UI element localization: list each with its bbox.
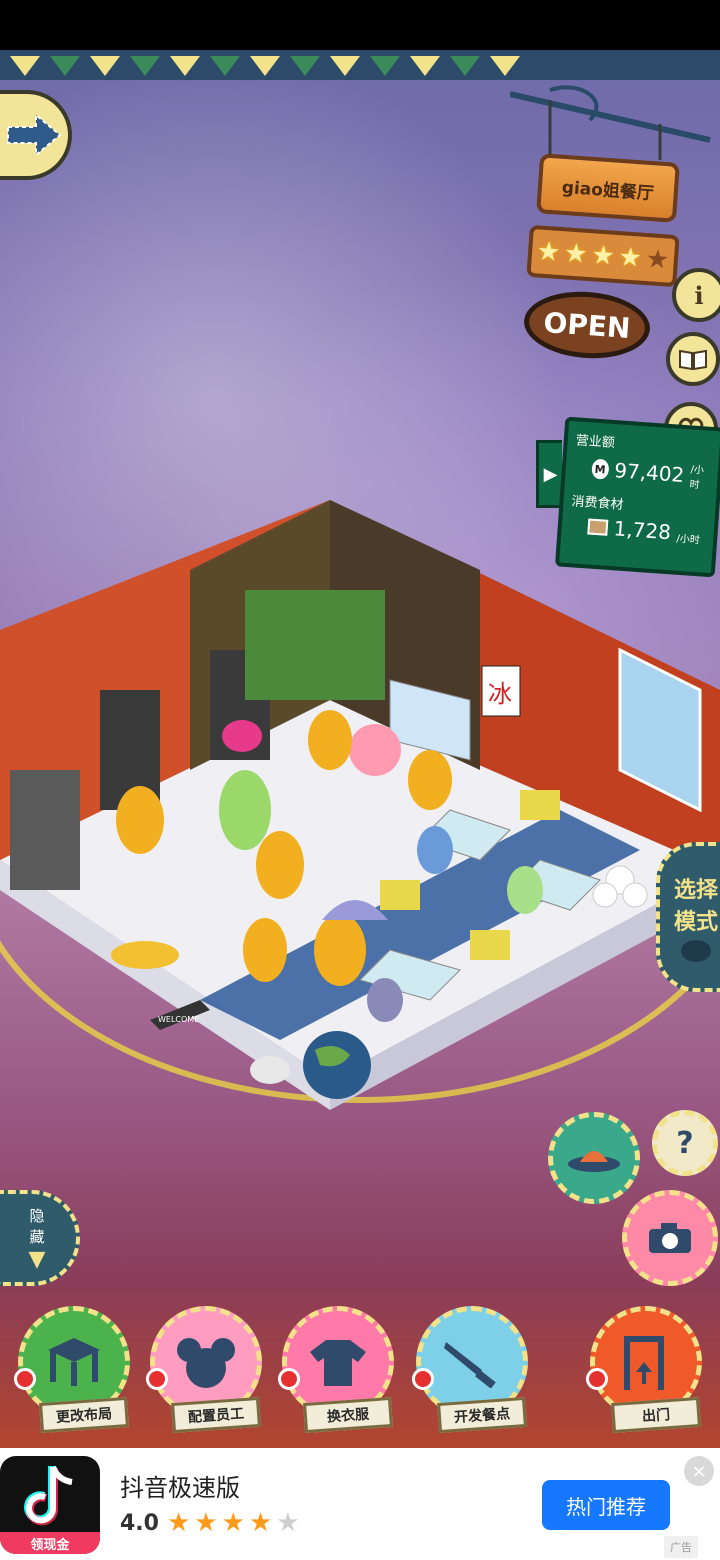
close-icon[interactable]: × [684,1456,714,1486]
menu-develop-dishes[interactable]: 开发餐点 [408,1306,538,1446]
menu-assign-staff[interactable]: 配置员工 [142,1306,272,1446]
restaurant-name: giao姐餐厅 [536,153,680,223]
icon-tag: 领现金 [0,1532,100,1554]
door-icon [624,1336,664,1390]
menu-label: 配置员工 [171,1396,261,1434]
star-icon: ★ [563,238,589,270]
pin-icon [14,1368,36,1390]
star-icon: ★ [166,1508,191,1538]
info-button[interactable]: i [672,268,720,322]
back-arrow-button[interactable] [0,90,72,180]
help-icon: ? [676,1125,694,1161]
coin-icon: M [591,458,610,480]
open-sign: OPEN [521,287,653,363]
ice-sign-text: 冰 [488,680,512,708]
pin-icon [146,1368,168,1390]
hide-button[interactable]: 隐 藏 ▼ [0,1190,80,1286]
menu-label: 出门 [611,1396,701,1434]
recipe-book-button[interactable] [666,332,720,386]
ad-cta-button[interactable]: 热门推荐 [542,1480,670,1530]
rating-stars: ★ ★ ★ ★ ★ [526,224,680,288]
pin-icon [586,1368,608,1390]
ad-app-name: 抖音极速版 [120,1474,240,1502]
select-mode-line2: 模式 [673,910,718,935]
ad-banner[interactable]: 领现金 抖音极速版 4.0 ★ ★ ★ ★ ★ 热门推荐 × 广告 [0,1448,720,1560]
menu-label: 换衣服 [303,1396,393,1434]
shirt-icon [310,1340,366,1386]
pin-icon [278,1368,300,1390]
star-icon: ★ [590,240,616,272]
bunting-decoration [0,50,720,80]
knife-icon [444,1342,496,1388]
arrow-right-icon [7,113,62,157]
camera-icon [649,1223,691,1253]
camera-button[interactable] [622,1190,718,1286]
table-icon [48,1338,100,1386]
star-icon: ★ [644,244,671,276]
mouse-head-icon [177,1338,235,1388]
select-mode-line1: 选择 [673,878,718,903]
rating-value: 4.0 [120,1510,159,1536]
sign-bracket-icon [510,85,711,160]
ad-label: 广告 [664,1536,698,1558]
select-mode-button[interactable]: 选择 模式 [656,842,720,992]
arrow-down-icon: ▼ [28,1246,46,1272]
menu-change-layout[interactable]: 更改布局 [10,1306,140,1446]
welcome-mat-text: WELCOME [158,1015,199,1024]
app-icon[interactable]: 领现金 [0,1456,100,1554]
hide-label-line2: 藏 [29,1227,45,1246]
menu-label: 开发餐点 [437,1396,527,1434]
status-bar [0,0,720,50]
ufo-icon [568,1151,620,1172]
menu-label: 更改布局 [39,1396,129,1434]
game-view[interactable]: giao姐餐厅 ★ ★ ★ ★ ★ OPEN i ▶ 营业额 M 97,402 … [0,50,720,1448]
restaurant-scene[interactable]: 冰 WELCOME [0,480,720,1160]
star-icon: ★ [221,1508,245,1538]
menu-change-clothes[interactable]: 换衣服 [274,1306,404,1446]
pin-icon [412,1368,434,1390]
star-icon: ★ [276,1508,300,1538]
star-icon: ★ [535,236,562,268]
info-icon: i [694,280,704,310]
mouse-head-icon [681,940,711,962]
star-icon: ★ [248,1508,273,1538]
book-icon [679,349,707,371]
ufo-button[interactable] [548,1112,640,1204]
star-icon: ★ [194,1508,218,1538]
star-icon: ★ [617,242,643,274]
help-button[interactable]: ? [652,1110,718,1176]
hide-label-line1: 隐 [29,1206,45,1225]
ad-rating: 4.0 ★ ★ ★ ★ ★ [120,1510,300,1536]
menu-go-out[interactable]: 出门 [582,1306,712,1446]
music-note-icon [24,1465,73,1526]
